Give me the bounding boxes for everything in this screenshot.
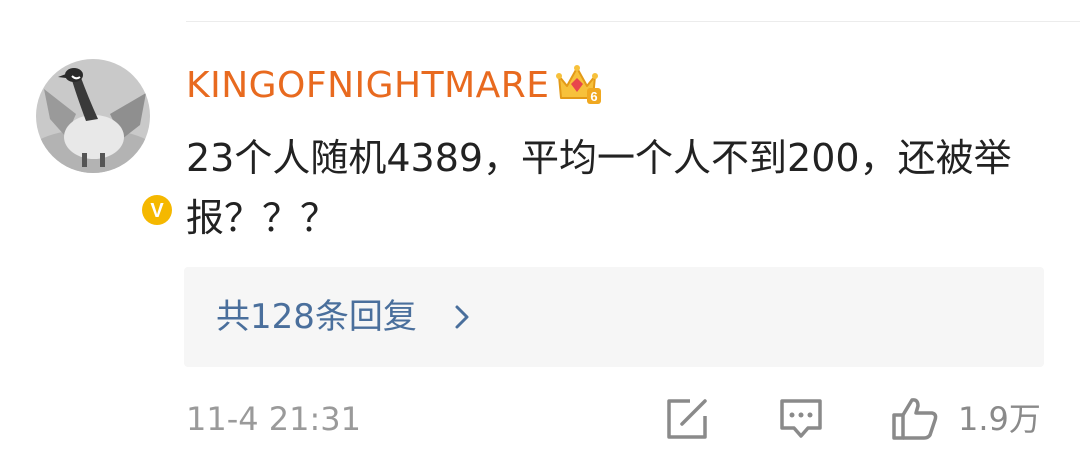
share-button[interactable] xyxy=(664,396,710,442)
like-count: 1.9万 xyxy=(958,400,1041,438)
avatar[interactable]: V xyxy=(36,59,175,228)
comment-text: 23个人随机4389，平均一个人不到200，还被举报？？？ xyxy=(186,136,1012,240)
view-replies-button[interactable]: 共128条回复 xyxy=(184,267,1044,367)
top-divider xyxy=(186,21,1080,22)
goose-avatar-image xyxy=(36,59,150,173)
like-button[interactable]: 1.9万 xyxy=(890,396,1050,442)
timestamp: 11-4 21:31 xyxy=(186,400,362,438)
comment-button[interactable] xyxy=(778,396,824,442)
thumbs-up-icon xyxy=(892,398,938,440)
chevron-right-icon xyxy=(455,305,469,329)
share-icon xyxy=(667,399,707,439)
replies-label: 共128条回复 xyxy=(216,297,417,337)
verified-v-icon: V xyxy=(139,192,175,228)
svg-text:V: V xyxy=(150,200,164,222)
svg-text:6: 6 xyxy=(590,89,597,104)
crown-level-6-icon: 6 xyxy=(556,65,601,104)
username[interactable]: KINGOFNIGHTMARE xyxy=(186,64,550,108)
comment-icon xyxy=(780,399,822,438)
